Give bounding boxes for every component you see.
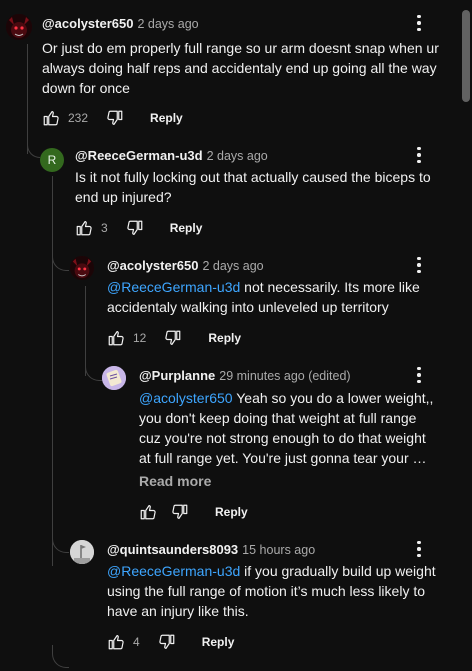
comment: @acolyster650 2 days ago @ReeceGerman-u3d… bbox=[0, 250, 472, 350]
comment-text: @ReeceGerman-u3d not necessarily. Its mo… bbox=[107, 277, 432, 317]
comment-text: @ReeceGerman-u3d if you gradually build … bbox=[107, 561, 437, 621]
comment-author[interactable]: @quintsaunders8093 15 hours ago bbox=[107, 542, 315, 557]
author-handle[interactable]: @quintsaunders8093 bbox=[107, 542, 238, 557]
like-icon[interactable] bbox=[107, 329, 125, 347]
like-icon[interactable] bbox=[75, 219, 93, 237]
mention-link[interactable]: @ReeceGerman-u3d bbox=[107, 563, 240, 579]
comment-text: @acolyster650 Yeah so you do a lower wei… bbox=[139, 388, 441, 468]
like-count: 4 bbox=[133, 635, 140, 649]
author-handle[interactable]: @acolyster650 bbox=[42, 16, 133, 31]
comment-timestamp[interactable]: 2 days ago bbox=[202, 259, 263, 273]
more-options-button[interactable] bbox=[409, 255, 429, 275]
comment-text: Or just do em properly full range so ur … bbox=[42, 40, 439, 96]
comment: R @ReeceGerman-u3d 2 days ago Is it not f… bbox=[0, 140, 472, 240]
more-options-button[interactable] bbox=[409, 365, 429, 385]
comment-timestamp[interactable]: 2 days ago bbox=[207, 149, 268, 163]
dislike-icon[interactable] bbox=[164, 329, 182, 347]
more-options-button[interactable] bbox=[409, 539, 429, 559]
reply-button[interactable]: Reply bbox=[208, 331, 241, 345]
comment-timestamp[interactable]: 29 minutes ago (edited) bbox=[219, 369, 350, 383]
comment-actions: 232 Reply bbox=[42, 106, 183, 130]
like-count: 232 bbox=[68, 111, 89, 125]
dislike-icon[interactable] bbox=[171, 503, 189, 521]
avatar[interactable] bbox=[70, 256, 94, 280]
comment-timestamp[interactable]: 2 days ago bbox=[137, 17, 198, 31]
comment: @Purplanne 29 minutes ago (edited) @acoly… bbox=[0, 360, 472, 530]
avatar[interactable] bbox=[102, 366, 126, 390]
comment-actions: 3 Reply bbox=[75, 216, 202, 240]
comment-actions: Reply bbox=[139, 500, 248, 524]
demon-avatar-icon bbox=[6, 14, 32, 40]
scrollbar-thumb[interactable] bbox=[462, 10, 470, 102]
read-more-link[interactable]: Read more bbox=[139, 473, 211, 489]
reply-button[interactable]: Reply bbox=[215, 505, 248, 519]
mention-link[interactable]: @ReeceGerman-u3d bbox=[107, 279, 240, 295]
reply-button[interactable]: Reply bbox=[150, 111, 183, 125]
comment-timestamp[interactable]: 15 hours ago bbox=[242, 543, 315, 557]
comment-author[interactable]: @Purplanne 29 minutes ago (edited) bbox=[139, 368, 351, 383]
comment: @quintsaunders8093 15 hours ago @ReeceGer… bbox=[0, 534, 472, 664]
comment-actions: 12 Reply bbox=[107, 326, 241, 350]
comment-author[interactable]: @ReeceGerman-u3d 2 days ago bbox=[75, 148, 268, 163]
author-handle[interactable]: @acolyster650 bbox=[107, 258, 198, 273]
dislike-icon[interactable] bbox=[158, 633, 176, 651]
author-handle[interactable]: @Purplanne bbox=[139, 368, 215, 383]
avatar-letter: R bbox=[47, 153, 57, 167]
reply-button[interactable]: Reply bbox=[202, 635, 235, 649]
mention-link[interactable]: @acolyster650 bbox=[139, 390, 233, 406]
flag-avatar-icon bbox=[70, 540, 94, 564]
dislike-icon[interactable] bbox=[126, 219, 144, 237]
demon-avatar-icon bbox=[70, 256, 94, 280]
comment-author[interactable]: @acolyster650 2 days ago bbox=[42, 16, 199, 31]
like-count: 3 bbox=[101, 221, 108, 235]
more-options-button[interactable] bbox=[409, 13, 429, 33]
dislike-icon[interactable] bbox=[106, 109, 124, 127]
scroll-avatar-icon bbox=[102, 366, 126, 390]
like-icon[interactable] bbox=[107, 633, 125, 651]
like-icon[interactable] bbox=[139, 503, 157, 521]
comment-text: Is it not fully locking out that actuall… bbox=[75, 169, 431, 205]
comment-author[interactable]: @acolyster650 2 days ago bbox=[107, 258, 264, 273]
more-options-button[interactable] bbox=[409, 145, 429, 165]
comment: @acolyster650 2 days ago Or just do em pr… bbox=[0, 0, 472, 135]
avatar[interactable] bbox=[70, 540, 94, 564]
avatar[interactable]: R bbox=[40, 148, 64, 172]
like-count: 12 bbox=[133, 331, 147, 345]
comment-actions: 4 Reply bbox=[107, 630, 234, 654]
author-handle[interactable]: @ReeceGerman-u3d bbox=[75, 148, 203, 163]
avatar[interactable] bbox=[6, 14, 32, 40]
like-icon[interactable] bbox=[42, 109, 60, 127]
reply-button[interactable]: Reply bbox=[170, 221, 203, 235]
